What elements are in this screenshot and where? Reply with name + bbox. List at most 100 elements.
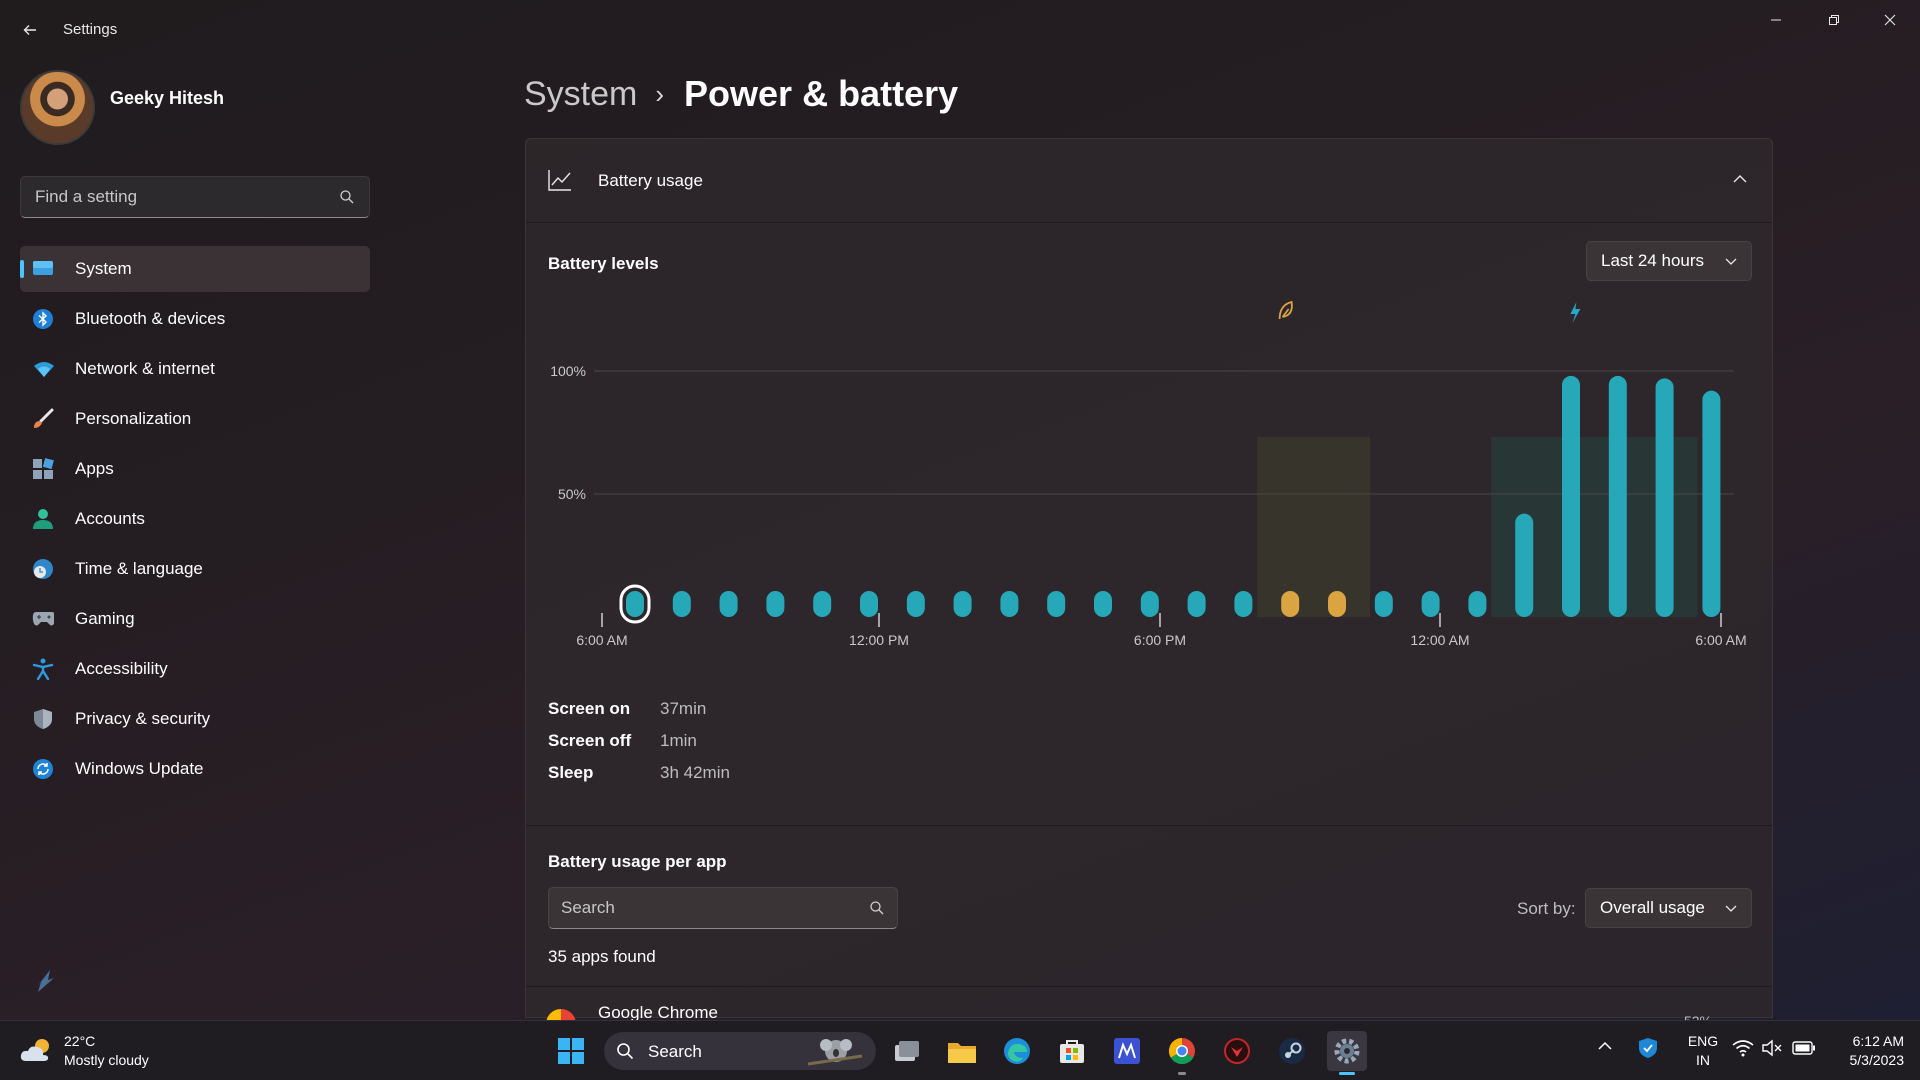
account-icon <box>32 508 54 530</box>
restore-button[interactable] <box>1806 0 1862 40</box>
wifi-icon <box>32 358 54 380</box>
sidebar-item-label: Gaming <box>75 609 135 628</box>
battery-levels-label: Battery levels <box>548 254 659 273</box>
battery-bar <box>1328 591 1346 617</box>
edge-button[interactable] <box>997 1031 1037 1071</box>
chevron-up-icon <box>1733 175 1747 183</box>
battery-bar <box>813 591 832 617</box>
settings-taskbar-button[interactable] <box>1327 1031 1367 1075</box>
search-icon <box>339 189 355 210</box>
language-indicator[interactable]: ENG IN <box>1682 1032 1724 1070</box>
sidebar-item-accessibility[interactable]: Accessibility <box>20 646 370 692</box>
chevron-down-icon <box>1725 901 1737 919</box>
volume-muted-icon <box>1762 1039 1782 1057</box>
find-setting-box[interactable] <box>20 176 370 218</box>
gamepad-icon <box>32 608 54 630</box>
sidebar-item-windows-update[interactable]: Windows Update <box>20 746 370 792</box>
sidebar-item-label: System <box>75 259 132 278</box>
system-icon <box>32 258 54 280</box>
file-explorer-button[interactable] <box>942 1031 982 1071</box>
x-tick-label: 6:00 PM <box>1134 632 1186 648</box>
task-view-button[interactable] <box>887 1031 927 1071</box>
avatar[interactable] <box>20 70 95 145</box>
search-icon <box>869 900 885 921</box>
battery-usage-title: Battery usage <box>598 171 703 190</box>
battery-bar <box>1562 375 1580 617</box>
sidebar-item-label: Windows Update <box>75 759 204 778</box>
red-app-button[interactable] <box>1217 1031 1257 1071</box>
y-tick-label: 50% <box>558 486 586 502</box>
defender-tray-icon[interactable] <box>1638 1037 1658 1059</box>
sidebar-item-network[interactable]: Network & internet <box>20 346 370 392</box>
weather-widget[interactable]: 22°C Mostly cloudy <box>20 1031 180 1071</box>
sidebar-item-label: Accounts <box>75 509 145 528</box>
sidebar-item-gaming[interactable]: Gaming <box>20 596 370 642</box>
store-button[interactable] <box>1052 1031 1092 1071</box>
sidebar-item-time-language[interactable]: Time & language <box>20 546 370 592</box>
folder-icon <box>948 1043 976 1063</box>
sidebar-item-personalization[interactable]: Personalization <box>20 396 370 442</box>
battery-bar <box>1047 591 1066 617</box>
shield-icon <box>32 708 54 730</box>
chevron-down-icon <box>1725 254 1737 272</box>
show-hidden-icons-button[interactable] <box>1598 1041 1612 1051</box>
app-m-icon <box>1114 1038 1140 1064</box>
battery-bar <box>1094 591 1112 617</box>
battery-bar <box>1655 378 1674 617</box>
volume-tray-icon[interactable] <box>1762 1039 1784 1057</box>
close-button[interactable] <box>1862 0 1918 40</box>
stat-value: 37min <box>660 699 707 718</box>
windows-logo-icon <box>558 1038 584 1064</box>
sidebar-item-label: Apps <box>75 459 114 478</box>
search-input[interactable] <box>35 177 325 217</box>
apps-found-count: 35 apps found <box>548 947 656 966</box>
back-button[interactable] <box>14 14 46 46</box>
task-view-icon <box>895 1041 919 1061</box>
sort-dropdown[interactable]: Overall usage <box>1585 888 1752 928</box>
start-button[interactable] <box>551 1031 591 1071</box>
running-indicator <box>1178 1072 1186 1075</box>
app-search-input[interactable] <box>561 888 851 928</box>
sidebar-item-accounts[interactable]: Accounts <box>20 496 370 542</box>
battery-icon <box>1792 1041 1815 1055</box>
time-range-dropdown[interactable]: Last 24 hours <box>1586 241 1752 281</box>
sidebar-item-label: Bluetooth & devices <box>75 309 226 328</box>
x-tick-label: 6:00 AM <box>1695 632 1746 648</box>
page-title: Power & battery <box>684 73 959 114</box>
widget-logo-icon[interactable] <box>26 962 62 998</box>
minimize-button[interactable] <box>1748 0 1804 40</box>
taskbar-search-label: Search <box>648 1042 702 1061</box>
wifi-tray-icon[interactable] <box>1732 1039 1754 1057</box>
breadcrumb-system[interactable]: System <box>524 75 637 114</box>
sidebar-item-system[interactable]: System <box>20 246 370 292</box>
sort-label: Sort by: <box>1517 899 1576 918</box>
edge-icon <box>1004 1038 1030 1064</box>
close-icon <box>1884 14 1896 26</box>
sort-value: Overall usage <box>1600 898 1705 917</box>
title-bar: Settings <box>0 0 1920 60</box>
battery-bar <box>1234 591 1253 617</box>
sidebar-item-apps[interactable]: Apps <box>20 446 370 492</box>
app-m-button[interactable] <box>1107 1031 1147 1071</box>
clock[interactable]: 6:12 AM 5/3/2023 <box>1828 1032 1905 1070</box>
clock-date: 5/3/2023 <box>1849 1052 1905 1068</box>
sidebar-item-bluetooth[interactable]: Bluetooth & devices <box>20 296 370 342</box>
chrome-icon <box>1168 1037 1195 1065</box>
restore-icon <box>1829 15 1839 25</box>
store-icon <box>1060 1040 1084 1063</box>
time-range-value: Last 24 hours <box>1601 251 1705 270</box>
sidebar-item-label: Personalization <box>75 409 192 428</box>
steam-button[interactable] <box>1272 1031 1312 1071</box>
battery-usage-header[interactable]: Battery usage <box>526 139 1772 223</box>
language-code: ENG <box>1687 1033 1719 1049</box>
collapse-button[interactable] <box>1728 167 1752 191</box>
battery-bar <box>860 591 878 617</box>
breadcrumb: System › Power & battery <box>524 70 958 118</box>
app-search-box[interactable] <box>548 887 898 929</box>
battery-tray-icon[interactable] <box>1792 1040 1816 1056</box>
battery-bar <box>1187 591 1206 617</box>
sidebar-item-privacy[interactable]: Privacy & security <box>20 696 370 742</box>
battery-bar <box>953 591 972 617</box>
chrome-button[interactable] <box>1162 1031 1202 1075</box>
taskbar-search[interactable]: Search <box>604 1032 876 1070</box>
